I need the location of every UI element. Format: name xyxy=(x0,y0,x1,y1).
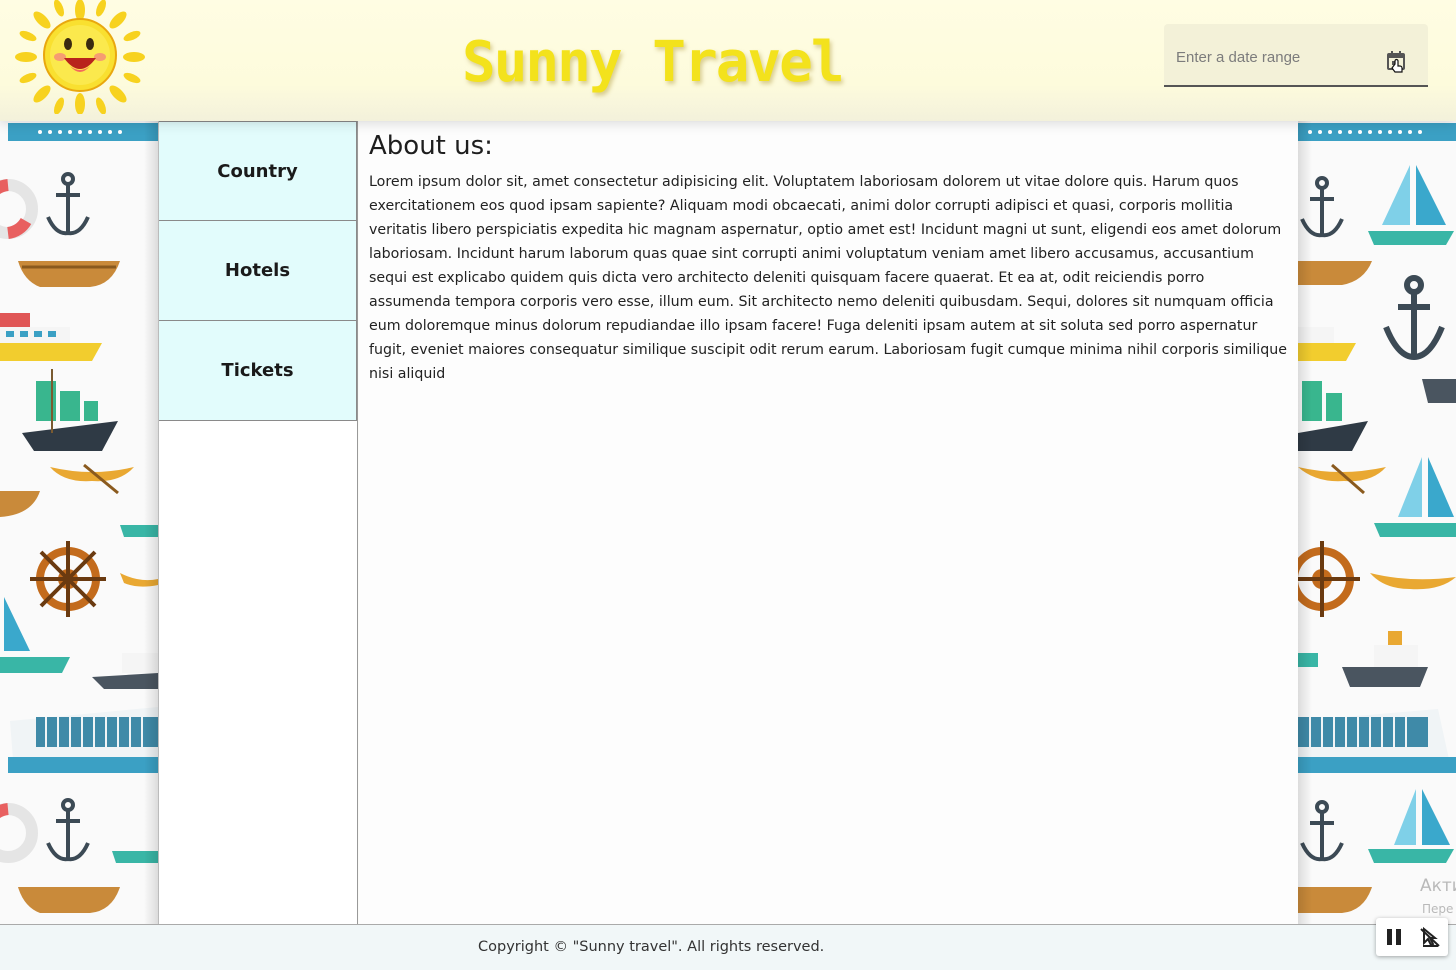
nav-item-label: Country xyxy=(217,160,298,182)
sun-logo-icon xyxy=(15,0,145,114)
right-decoration-panel xyxy=(1298,121,1456,924)
site-header: Sunny Travel Enter a date range xyxy=(0,0,1456,121)
about-text: Lorem ipsum dolor sit, amet consectetur … xyxy=(369,174,1287,382)
activate-watermark-title: Акти xyxy=(1420,876,1456,896)
site-title: Sunny Travel xyxy=(462,30,845,95)
copyright-text: Copyright © "Sunny travel". All rights r… xyxy=(478,939,825,955)
left-decoration-panel xyxy=(0,121,158,924)
calendar-icon[interactable] xyxy=(1382,48,1410,76)
ship-wheel-icon xyxy=(30,541,106,617)
pause-icon[interactable] xyxy=(1383,926,1405,948)
recording-controls xyxy=(1376,918,1448,956)
nav-item-label: Tickets xyxy=(221,360,294,381)
nav-item-country[interactable]: Country xyxy=(159,121,357,221)
hide-cursor-icon[interactable] xyxy=(1418,926,1442,948)
page-title: About us: xyxy=(369,131,493,161)
activate-watermark-subtitle: Пере xyxy=(1422,902,1454,916)
life-ring-icon xyxy=(0,179,38,239)
date-range-input[interactable]: Enter a date range xyxy=(1164,24,1428,87)
date-range-placeholder: Enter a date range xyxy=(1176,49,1301,66)
anchor-icon xyxy=(46,172,90,236)
side-nav: Country Hotels Tickets xyxy=(158,121,358,924)
site-footer: Copyright © "Sunny travel". All rights r… xyxy=(0,924,1456,970)
main-content: About us: Lorem ipsum dolor sit, amet co… xyxy=(359,121,1298,924)
nav-item-tickets[interactable]: Tickets xyxy=(159,321,357,421)
nav-item-label: Hotels xyxy=(224,260,291,281)
nav-item-hotels[interactable]: Hotels xyxy=(159,221,357,321)
anchor-icon xyxy=(1383,275,1445,361)
